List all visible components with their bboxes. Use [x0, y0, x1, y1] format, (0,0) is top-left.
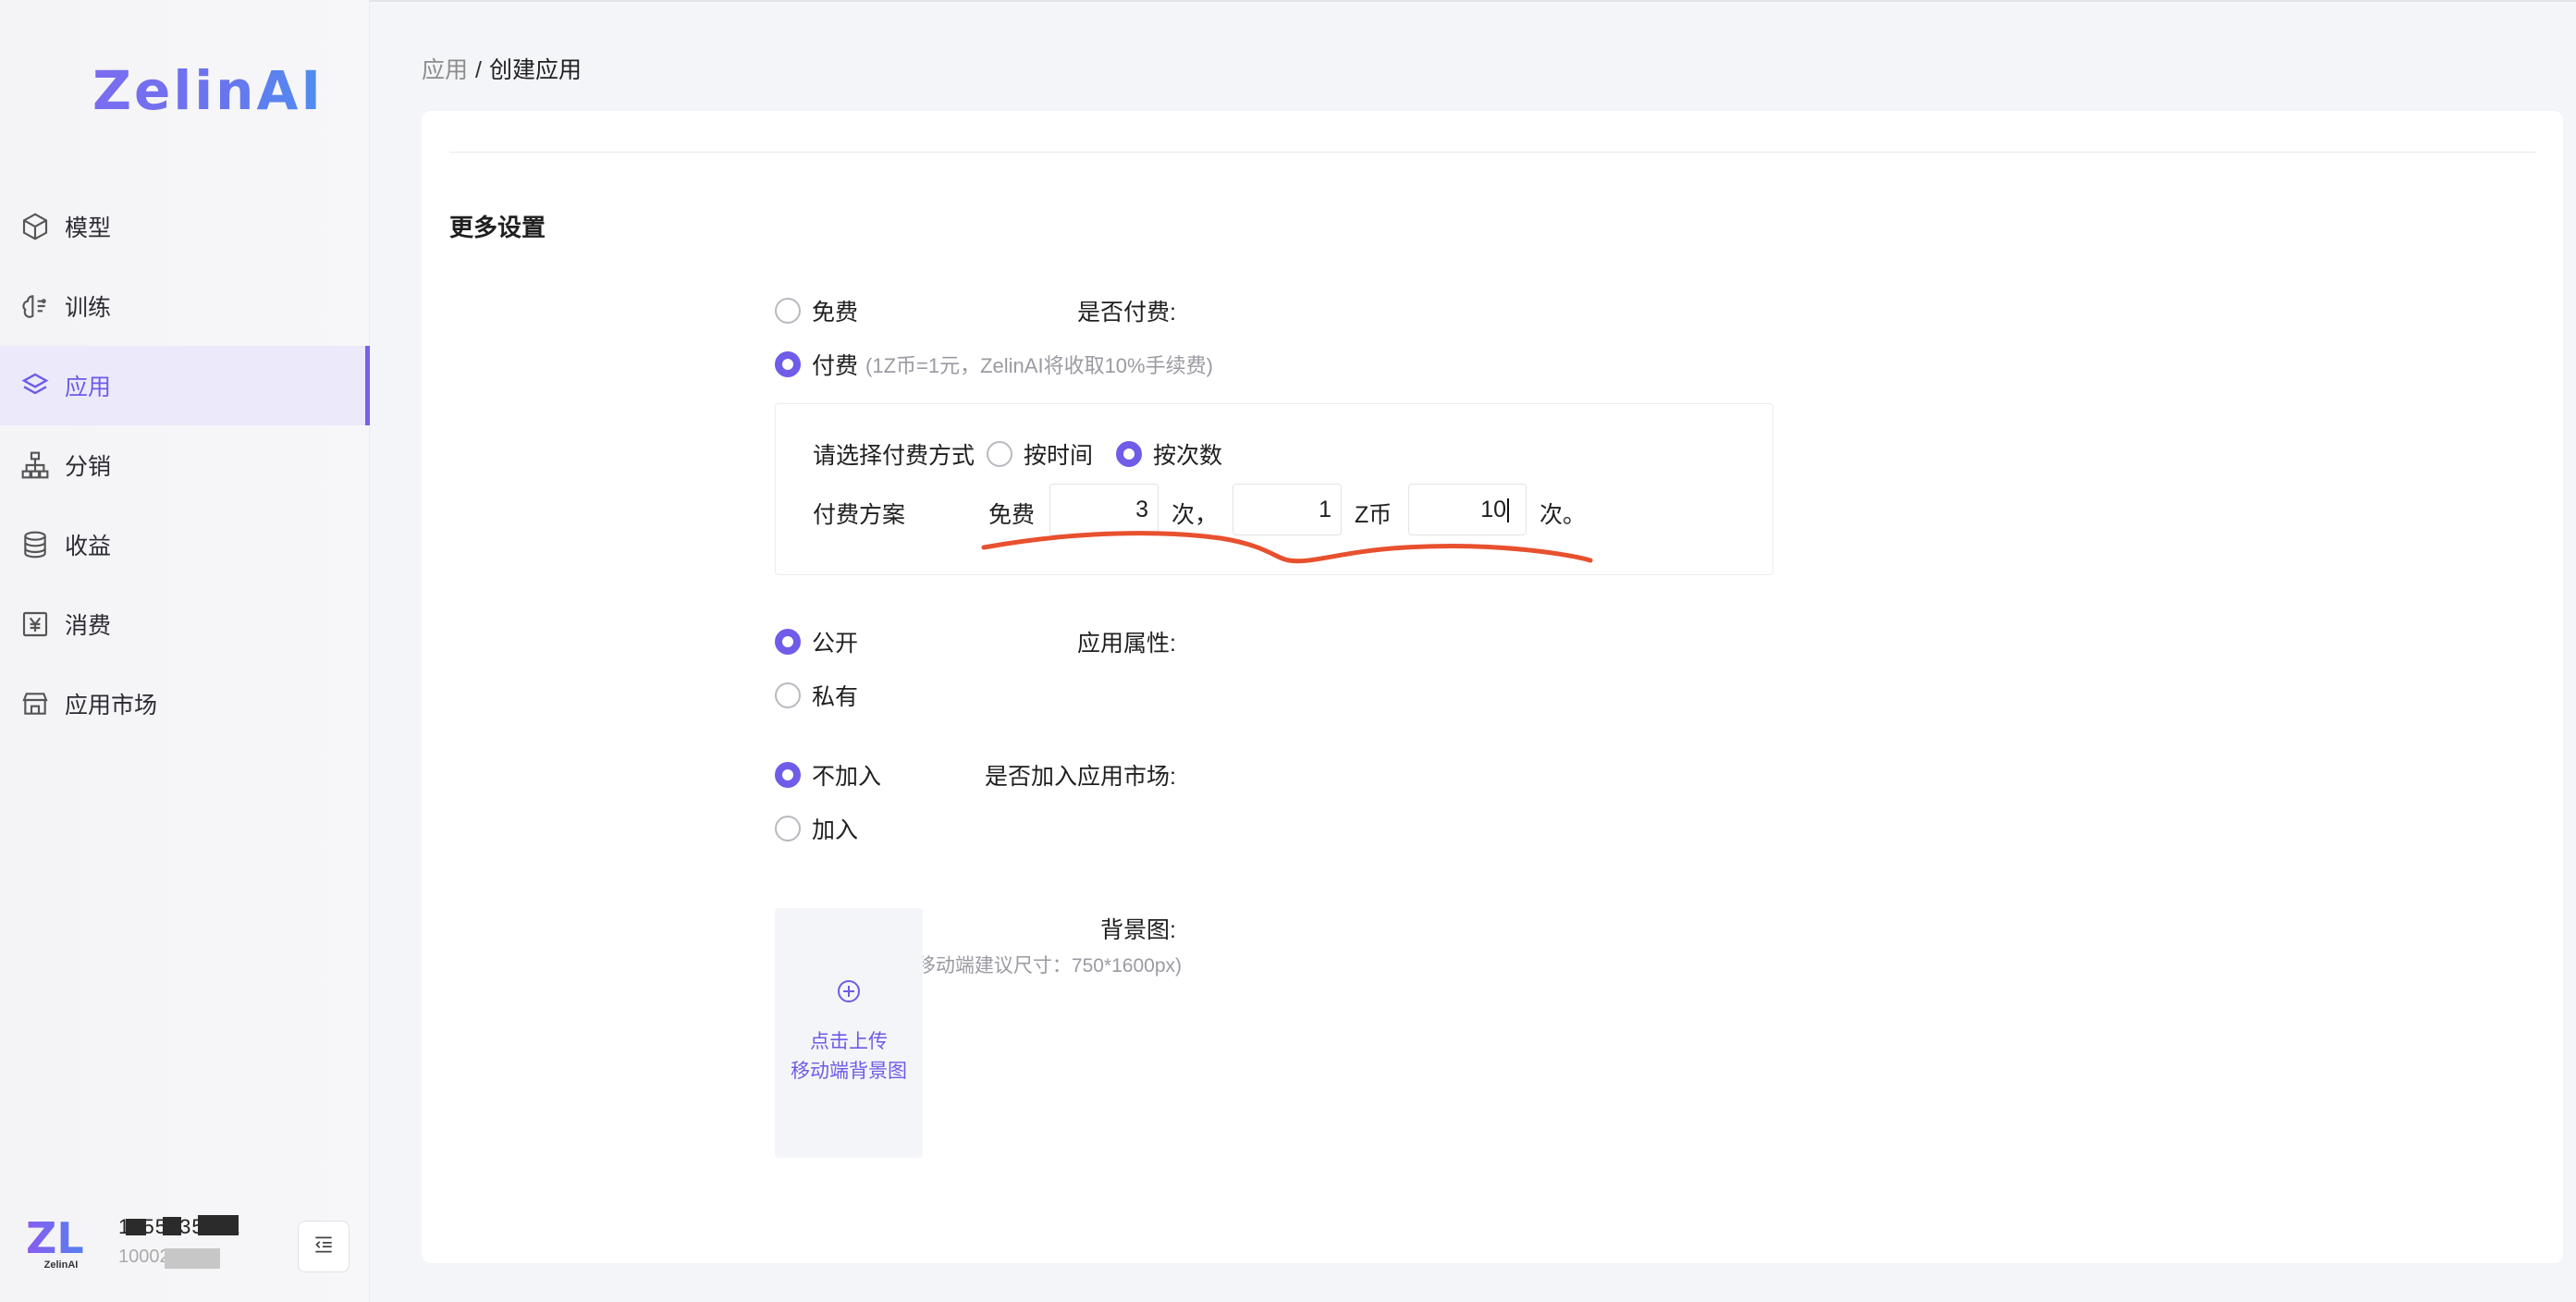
- receipt-yen-icon: [20, 609, 50, 639]
- radio-circle[interactable]: [775, 762, 801, 788]
- radio-label: 按时间: [1024, 443, 1094, 469]
- radio-label: 私有: [812, 684, 859, 710]
- radio-circle[interactable]: [775, 816, 801, 841]
- radio-label: 付费: [812, 353, 859, 379]
- sidebar: ZelinAI 模型 训练 应用 分销 收益 消费 应用市场 ZL ZelinA…: [0, 0, 370, 1302]
- sidebar-item-apps[interactable]: 应用: [0, 346, 370, 425]
- radio-circle[interactable]: [775, 682, 801, 708]
- breadcrumb: 应用 / 创建应用: [422, 52, 582, 85]
- top-border: [0, 0, 2576, 2]
- attribute-label: 应用属性:: [1077, 631, 1176, 657]
- footer-logo: ZL ZelinAI: [26, 1217, 96, 1282]
- radio-label: 按次数: [1153, 443, 1223, 469]
- market-label: 是否加入应用市场:: [985, 764, 1176, 790]
- radio-circle[interactable]: [775, 629, 801, 655]
- end-unit: 次。: [1539, 502, 1587, 528]
- radio-join[interactable]: 加入: [775, 812, 858, 845]
- radio-label: 免费: [812, 300, 859, 326]
- main-card: 更多设置 是否付费: 免费 付费 (1Z币=1元，ZelinAI将收取10%手续…: [422, 111, 2563, 1263]
- paid-label: 是否付费:: [1077, 300, 1176, 326]
- radio-circle[interactable]: [775, 351, 801, 377]
- breadcrumb-parent[interactable]: 应用: [422, 57, 468, 83]
- radio-by-time[interactable]: 按时间: [987, 437, 1093, 471]
- paid-hint: (1Z币=1元，ZelinAI将收取10%手续费): [865, 354, 1213, 377]
- section-title: 更多设置: [449, 214, 546, 241]
- redaction-mark: [163, 1217, 181, 1235]
- background-hint: (移动端建议尺寸：750*1600px): [909, 955, 1182, 976]
- coin-unit: Z币: [1355, 502, 1392, 528]
- per-times-input[interactable]: 10: [1408, 484, 1527, 535]
- upload-text-line2: 移动端背景图: [791, 1061, 907, 1082]
- plus-circle-icon: [836, 978, 862, 1004]
- per-times-value: 10: [1480, 497, 1506, 522]
- radio-not-join[interactable]: 不加入: [775, 758, 881, 792]
- radio-public[interactable]: 公开: [775, 625, 858, 658]
- sidebar-item-label: 训练: [65, 295, 112, 321]
- sidebar-item-label: 收益: [65, 534, 112, 559]
- breadcrumb-separator: /: [475, 57, 482, 83]
- times-unit: 次，: [1171, 502, 1219, 528]
- radio-private[interactable]: 私有: [775, 679, 858, 712]
- free-times-input[interactable]: 3: [1049, 484, 1159, 535]
- hierarchy-icon: [20, 450, 50, 480]
- upload-text-line1: 点击上传: [810, 1031, 888, 1052]
- sidebar-item-label: 模型: [65, 215, 112, 241]
- radio-label: 加入: [812, 817, 859, 843]
- payment-method-label: 请选择付费方式: [813, 443, 975, 469]
- redaction-mark: [165, 1248, 220, 1269]
- sidebar-item-label: 分销: [65, 454, 112, 480]
- payment-plan-label: 付费方案: [813, 502, 906, 528]
- brain-icon: [20, 291, 50, 321]
- breadcrumb-current: 创建应用: [488, 57, 582, 83]
- coins-icon: [20, 530, 50, 559]
- radio-label: 不加入: [812, 764, 882, 790]
- sidebar-item-market[interactable]: 应用市场: [0, 664, 370, 743]
- radio-circle[interactable]: [1116, 441, 1142, 467]
- radio-circle[interactable]: [775, 298, 801, 324]
- payment-settings-box: 请选择付费方式 按时间 按次数 付费方案 免费 3 次， 1 Z币 10 次。: [775, 403, 1773, 575]
- radio-label: 公开: [812, 631, 859, 657]
- sidebar-item-consumption[interactable]: 消费: [0, 584, 370, 664]
- sidebar-item-label: 应用: [65, 375, 112, 400]
- sidebar-item-earnings[interactable]: 收益: [0, 505, 370, 584]
- redaction-mark: [126, 1219, 146, 1235]
- sidebar-item-distribution[interactable]: 分销: [0, 425, 370, 505]
- upload-background-button[interactable]: 点击上传 移动端背景图: [775, 908, 923, 1158]
- text-cursor: [1507, 498, 1509, 523]
- radio-circle[interactable]: [987, 441, 1012, 467]
- brand-logo[interactable]: ZelinAI: [92, 59, 324, 133]
- free-text: 免费: [988, 502, 1036, 528]
- sidebar-item-label: 应用市场: [65, 693, 158, 719]
- background-label: 背景图:: [1100, 917, 1176, 943]
- footer-logo-mark: ZL: [26, 1217, 96, 1259]
- sidebar-item-training[interactable]: 训练: [0, 266, 370, 346]
- redaction-mark: [198, 1215, 239, 1235]
- radio-free[interactable]: 免费: [775, 294, 858, 327]
- layers-icon: [20, 371, 50, 400]
- radio-paid[interactable]: 付费 (1Z币=1元，ZelinAI将收取10%手续费): [775, 348, 1213, 381]
- sidebar-nav: 模型 训练 应用 分销 收益 消费 应用市场: [0, 187, 370, 743]
- sidebar-item-model[interactable]: 模型: [0, 187, 370, 266]
- store-icon: [20, 689, 50, 719]
- collapse-sidebar-button[interactable]: [298, 1221, 350, 1272]
- sidebar-item-label: 消费: [65, 613, 112, 639]
- collapse-menu-icon: [312, 1233, 336, 1261]
- coin-amount-input[interactable]: 1: [1233, 484, 1342, 535]
- cube-icon: [20, 212, 50, 241]
- radio-by-count[interactable]: 按次数: [1116, 437, 1222, 471]
- divider: [449, 152, 2535, 153]
